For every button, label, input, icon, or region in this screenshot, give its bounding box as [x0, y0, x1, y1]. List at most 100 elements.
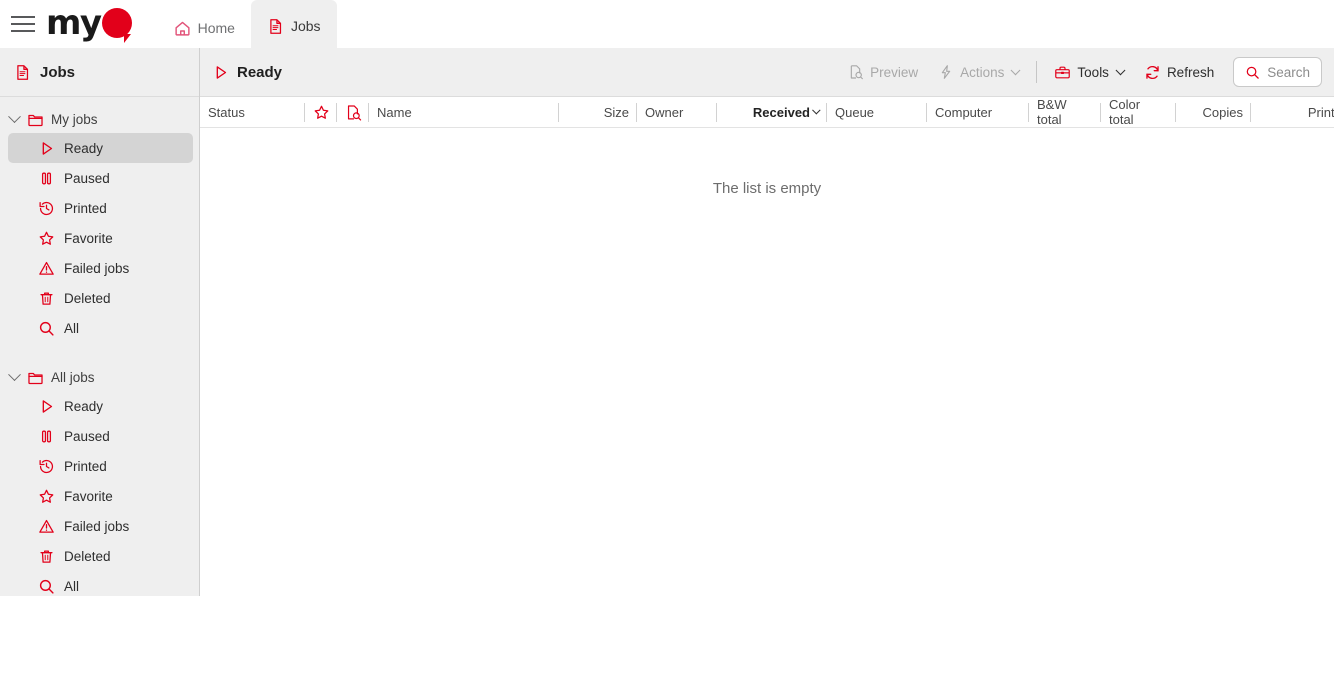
sidebar-item-deleted[interactable]: Deleted	[8, 541, 193, 571]
column-header-label: Queue	[835, 105, 874, 120]
actions-button[interactable]: Actions	[929, 57, 1028, 87]
logo-q-mark	[102, 8, 132, 39]
empty-list-message: The list is empty	[200, 180, 1334, 197]
history-icon	[38, 200, 55, 217]
sidebar-item-label: Ready	[64, 141, 103, 156]
column-header-label: B&W total	[1037, 97, 1093, 127]
tree-group-spacer	[0, 343, 199, 363]
bw_total-column-header[interactable]: B&W total	[1029, 97, 1101, 128]
trash-icon	[38, 548, 55, 565]
sidebar-item-label: All	[64, 321, 79, 336]
toolbar-actions: Preview Actions	[839, 57, 1322, 87]
document-icon	[14, 64, 31, 81]
column-header-label: Printed date	[1308, 105, 1334, 120]
preview-column-header[interactable]	[337, 97, 369, 128]
size-column-header[interactable]: Size	[559, 97, 637, 128]
sidebar-item-printed[interactable]: Printed	[8, 451, 193, 481]
jobs-tree: My jobs Ready Paused Printed Favorite Failed …	[0, 97, 199, 596]
sidebar-item-failed-jobs[interactable]: Failed jobs	[8, 253, 193, 283]
favorite-column-header[interactable]	[305, 97, 337, 128]
page-title: Ready	[212, 64, 282, 81]
sidebar-item-failed-jobs[interactable]: Failed jobs	[8, 511, 193, 541]
column-headers: Status Name Size OwnerReceived Queue Computer…	[200, 97, 1334, 128]
received-column-header[interactable]: Received	[717, 97, 827, 128]
sort-chevron-down-icon	[812, 106, 820, 114]
printed-column-header[interactable]: Printed date	[1251, 97, 1334, 128]
sidebar-item-all[interactable]: All	[8, 571, 193, 596]
page-title-label: Ready	[237, 64, 282, 81]
sidebar-item-favorite[interactable]: Favorite	[8, 481, 193, 511]
top-bar: my Home	[0, 0, 1334, 48]
sidebar-item-label: Favorite	[64, 489, 113, 504]
tab-jobs[interactable]: Jobs	[251, 0, 337, 48]
status-column-header[interactable]: Status	[200, 97, 305, 128]
hamburger-menu-icon[interactable]	[0, 0, 46, 48]
tab-home[interactable]: Home	[158, 8, 251, 48]
search-placeholder: Search	[1267, 65, 1310, 80]
sidebar-title: Jobs	[40, 64, 75, 81]
sidebar-item-printed[interactable]: Printed	[8, 193, 193, 223]
tools-label: Tools	[1077, 65, 1109, 80]
folder-icon	[27, 369, 44, 386]
queue-column-header[interactable]: Queue	[827, 97, 927, 128]
warning-icon	[38, 518, 55, 535]
sidebar-item-label: Ready	[64, 399, 103, 414]
refresh-label: Refresh	[1167, 65, 1214, 80]
sidebar-item-label: Printed	[64, 201, 107, 216]
pause-icon	[38, 170, 55, 187]
toolbar-divider	[1036, 61, 1037, 83]
chevron-down-icon	[8, 368, 21, 381]
job-list: The list is empty	[200, 128, 1334, 676]
column-header-label: Color total	[1109, 97, 1168, 127]
owner-column-header[interactable]: Owner	[637, 97, 717, 128]
column-header-label: Status	[208, 105, 245, 120]
history-icon	[38, 458, 55, 475]
refresh-button[interactable]: Refresh	[1135, 57, 1223, 87]
sidebar-item-label: Deleted	[64, 291, 111, 306]
warning-icon	[38, 260, 55, 277]
chevron-down-icon	[1011, 65, 1021, 75]
play-icon	[38, 398, 55, 415]
sidebar-item-label: Paused	[64, 171, 110, 186]
sidebar-item-favorite[interactable]: Favorite	[8, 223, 193, 253]
play-icon	[38, 140, 55, 157]
sidebar-item-ready[interactable]: Ready	[8, 133, 193, 163]
tools-button[interactable]: Tools	[1045, 57, 1133, 87]
lightning-icon	[938, 64, 954, 80]
search-input[interactable]: Search	[1233, 57, 1322, 87]
sidebar: Jobs My jobs Ready Paused Printed Favorite Fa…	[0, 48, 200, 596]
copies-column-header[interactable]: Copies	[1176, 97, 1251, 128]
tree-group-my-jobs[interactable]: My jobs	[0, 105, 199, 133]
myq-logo: my	[46, 0, 132, 48]
column-header-label: Computer	[935, 105, 992, 120]
preview-icon	[848, 64, 864, 80]
play-icon	[212, 64, 229, 81]
sidebar-item-label: Printed	[64, 459, 107, 474]
sidebar-item-paused[interactable]: Paused	[8, 163, 193, 193]
sidebar-item-deleted[interactable]: Deleted	[8, 283, 193, 313]
sidebar-item-label: Paused	[64, 429, 110, 444]
star-icon	[38, 488, 55, 505]
column-header-label: Size	[604, 105, 629, 120]
name-column-header[interactable]: Name	[369, 97, 559, 128]
sidebar-item-ready[interactable]: Ready	[8, 391, 193, 421]
actions-label: Actions	[960, 65, 1004, 80]
tab-jobs-label: Jobs	[291, 18, 321, 34]
sidebar-item-paused[interactable]: Paused	[8, 421, 193, 451]
tree-group-all-jobs[interactable]: All jobs	[0, 363, 199, 391]
computer-column-header[interactable]: Computer	[927, 97, 1029, 128]
content-area: Ready Preview Actions	[200, 48, 1334, 596]
star-icon	[38, 230, 55, 247]
home-icon	[174, 20, 191, 37]
sidebar-item-all[interactable]: All	[8, 313, 193, 343]
star-icon	[313, 104, 330, 121]
content-toolbar: Ready Preview Actions	[200, 48, 1334, 97]
column-header-label: Copies	[1203, 105, 1243, 120]
preview-button[interactable]: Preview	[839, 57, 927, 87]
search-icon	[1245, 65, 1260, 80]
trash-icon	[38, 290, 55, 307]
color_total-column-header[interactable]: Color total	[1101, 97, 1176, 128]
sidebar-item-label: Favorite	[64, 231, 113, 246]
search-icon	[38, 578, 55, 595]
column-header-label: Name	[377, 105, 412, 120]
